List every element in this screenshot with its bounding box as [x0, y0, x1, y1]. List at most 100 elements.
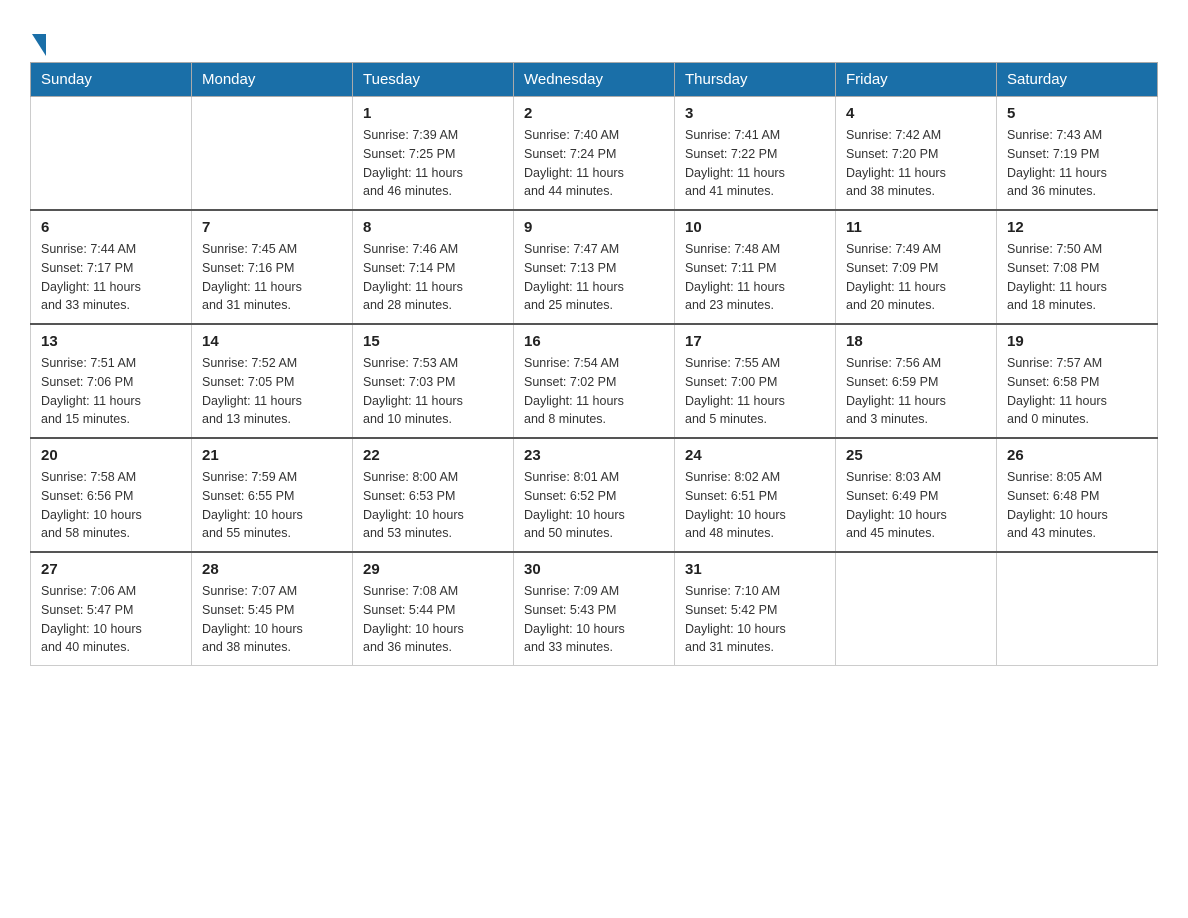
calendar-cell: 18Sunrise: 7:56 AMSunset: 6:59 PMDayligh… [836, 324, 997, 438]
day-number: 27 [41, 561, 181, 578]
calendar-cell: 15 Sunrise: 7:53 AMSunset: 7:03 PMDayligh… [353, 324, 514, 438]
day-info: Sunrise: 7:07 AMSunset: 5:45 PMDaylight:… [202, 582, 342, 657]
day-info: Sunrise: 7:10 AMSunset: 5:42 PMDaylight:… [685, 582, 825, 657]
calendar-body: 1 Sunrise: 7:39 AMSunset: 7:25 PMDaylight… [31, 97, 1158, 666]
day-info: Sunrise: 7:58 AMSunset: 6:56 PMDaylight:… [41, 468, 181, 543]
day-info: Sunrise: 7:55 AMSunset: 7:00 PMDaylight:… [685, 354, 825, 429]
day-info: Sunrise: 7:53 AMSunset: 7:03 PMDaylight:… [363, 354, 503, 429]
day-number: 2 [524, 105, 664, 122]
logo-triangle-icon [32, 34, 46, 56]
day-number: 21 [202, 447, 342, 464]
calendar-cell: 2 Sunrise: 7:40 AMSunset: 7:24 PMDaylight… [514, 97, 675, 211]
day-info: Sunrise: 7:47 AMSunset: 7:13 PMDaylight:… [524, 240, 664, 315]
day-number: 16 [524, 333, 664, 350]
weekday-header-row: SundayMondayTuesdayWednesdayThursdayFrid… [31, 63, 1158, 97]
day-number: 15 [363, 333, 503, 350]
day-info: Sunrise: 7:40 AMSunset: 7:24 PMDaylight:… [524, 126, 664, 201]
calendar-cell: 11 Sunrise: 7:49 AMSunset: 7:09 PMDayligh… [836, 210, 997, 324]
day-info: Sunrise: 7:49 AMSunset: 7:09 PMDaylight:… [846, 240, 986, 315]
day-number: 17 [685, 333, 825, 350]
day-info: Sunrise: 7:57 AMSunset: 6:58 PMDaylight:… [1007, 354, 1147, 429]
calendar-cell: 8Sunrise: 7:46 AMSunset: 7:14 PMDaylight… [353, 210, 514, 324]
day-info: Sunrise: 7:41 AMSunset: 7:22 PMDaylight:… [685, 126, 825, 201]
day-info: Sunrise: 7:42 AMSunset: 7:20 PMDaylight:… [846, 126, 986, 201]
calendar-cell: 3 Sunrise: 7:41 AMSunset: 7:22 PMDaylight… [675, 97, 836, 211]
weekday-header-tuesday: Tuesday [353, 63, 514, 97]
calendar-week-2: 6 Sunrise: 7:44 AMSunset: 7:17 PMDaylight… [31, 210, 1158, 324]
calendar-cell: 7 Sunrise: 7:45 AMSunset: 7:16 PMDaylight… [192, 210, 353, 324]
day-info: Sunrise: 8:03 AMSunset: 6:49 PMDaylight:… [846, 468, 986, 543]
day-number: 25 [846, 447, 986, 464]
calendar-week-3: 13 Sunrise: 7:51 AMSunset: 7:06 PMDayligh… [31, 324, 1158, 438]
calendar-cell: 10Sunrise: 7:48 AMSunset: 7:11 PMDayligh… [675, 210, 836, 324]
day-number: 23 [524, 447, 664, 464]
day-number: 11 [846, 219, 986, 236]
calendar-cell: 6 Sunrise: 7:44 AMSunset: 7:17 PMDaylight… [31, 210, 192, 324]
day-number: 19 [1007, 333, 1147, 350]
weekday-header-saturday: Saturday [997, 63, 1158, 97]
weekday-header-wednesday: Wednesday [514, 63, 675, 97]
calendar-cell: 24 Sunrise: 8:02 AMSunset: 6:51 PMDayligh… [675, 438, 836, 552]
calendar-week-4: 20Sunrise: 7:58 AMSunset: 6:56 PMDayligh… [31, 438, 1158, 552]
day-number: 12 [1007, 219, 1147, 236]
calendar-week-5: 27 Sunrise: 7:06 AMSunset: 5:47 PMDayligh… [31, 552, 1158, 666]
day-info: Sunrise: 7:45 AMSunset: 7:16 PMDaylight:… [202, 240, 342, 315]
calendar-cell: 13 Sunrise: 7:51 AMSunset: 7:06 PMDayligh… [31, 324, 192, 438]
logo [30, 30, 46, 52]
calendar-cell: 30 Sunrise: 7:09 AMSunset: 5:43 PMDayligh… [514, 552, 675, 666]
calendar-cell: 1 Sunrise: 7:39 AMSunset: 7:25 PMDaylight… [353, 97, 514, 211]
day-info: Sunrise: 7:50 AMSunset: 7:08 PMDaylight:… [1007, 240, 1147, 315]
calendar-cell: 12 Sunrise: 7:50 AMSunset: 7:08 PMDayligh… [997, 210, 1158, 324]
calendar-table: SundayMondayTuesdayWednesdayThursdayFrid… [30, 62, 1158, 666]
day-number: 30 [524, 561, 664, 578]
calendar-cell [192, 97, 353, 211]
calendar-cell: 9 Sunrise: 7:47 AMSunset: 7:13 PMDaylight… [514, 210, 675, 324]
day-info: Sunrise: 7:59 AMSunset: 6:55 PMDaylight:… [202, 468, 342, 543]
day-number: 4 [846, 105, 986, 122]
calendar-cell: 23 Sunrise: 8:01 AMSunset: 6:52 PMDayligh… [514, 438, 675, 552]
calendar-cell [836, 552, 997, 666]
calendar-cell: 20Sunrise: 7:58 AMSunset: 6:56 PMDayligh… [31, 438, 192, 552]
day-number: 3 [685, 105, 825, 122]
calendar-cell: 14 Sunrise: 7:52 AMSunset: 7:05 PMDayligh… [192, 324, 353, 438]
day-info: Sunrise: 7:09 AMSunset: 5:43 PMDaylight:… [524, 582, 664, 657]
day-info: Sunrise: 7:39 AMSunset: 7:25 PMDaylight:… [363, 126, 503, 201]
calendar-cell [31, 97, 192, 211]
day-number: 9 [524, 219, 664, 236]
day-info: Sunrise: 7:44 AMSunset: 7:17 PMDaylight:… [41, 240, 181, 315]
day-number: 7 [202, 219, 342, 236]
day-number: 24 [685, 447, 825, 464]
calendar-cell: 21 Sunrise: 7:59 AMSunset: 6:55 PMDayligh… [192, 438, 353, 552]
day-info: Sunrise: 7:06 AMSunset: 5:47 PMDaylight:… [41, 582, 181, 657]
weekday-header-monday: Monday [192, 63, 353, 97]
day-info: Sunrise: 8:05 AMSunset: 6:48 PMDaylight:… [1007, 468, 1147, 543]
day-number: 6 [41, 219, 181, 236]
calendar-cell: 16 Sunrise: 7:54 AMSunset: 7:02 PMDayligh… [514, 324, 675, 438]
calendar-cell: 31 Sunrise: 7:10 AMSunset: 5:42 PMDayligh… [675, 552, 836, 666]
weekday-header-friday: Friday [836, 63, 997, 97]
day-info: Sunrise: 8:01 AMSunset: 6:52 PMDaylight:… [524, 468, 664, 543]
calendar-week-1: 1 Sunrise: 7:39 AMSunset: 7:25 PMDaylight… [31, 97, 1158, 211]
calendar-cell: 5Sunrise: 7:43 AMSunset: 7:19 PMDaylight… [997, 97, 1158, 211]
day-info: Sunrise: 7:52 AMSunset: 7:05 PMDaylight:… [202, 354, 342, 429]
day-number: 1 [363, 105, 503, 122]
weekday-header-thursday: Thursday [675, 63, 836, 97]
day-number: 31 [685, 561, 825, 578]
day-info: Sunrise: 7:43 AMSunset: 7:19 PMDaylight:… [1007, 126, 1147, 201]
day-number: 26 [1007, 447, 1147, 464]
calendar-cell: 19 Sunrise: 7:57 AMSunset: 6:58 PMDayligh… [997, 324, 1158, 438]
day-info: Sunrise: 7:51 AMSunset: 7:06 PMDaylight:… [41, 354, 181, 429]
calendar-cell: 26 Sunrise: 8:05 AMSunset: 6:48 PMDayligh… [997, 438, 1158, 552]
calendar-cell: 29Sunrise: 7:08 AMSunset: 5:44 PMDayligh… [353, 552, 514, 666]
day-number: 14 [202, 333, 342, 350]
day-number: 29 [363, 561, 503, 578]
calendar-cell: 25 Sunrise: 8:03 AMSunset: 6:49 PMDayligh… [836, 438, 997, 552]
day-info: Sunrise: 7:54 AMSunset: 7:02 PMDaylight:… [524, 354, 664, 429]
calendar-cell [997, 552, 1158, 666]
day-number: 22 [363, 447, 503, 464]
calendar-cell: 27 Sunrise: 7:06 AMSunset: 5:47 PMDayligh… [31, 552, 192, 666]
day-number: 8 [363, 219, 503, 236]
day-number: 10 [685, 219, 825, 236]
day-number: 13 [41, 333, 181, 350]
day-info: Sunrise: 8:02 AMSunset: 6:51 PMDaylight:… [685, 468, 825, 543]
